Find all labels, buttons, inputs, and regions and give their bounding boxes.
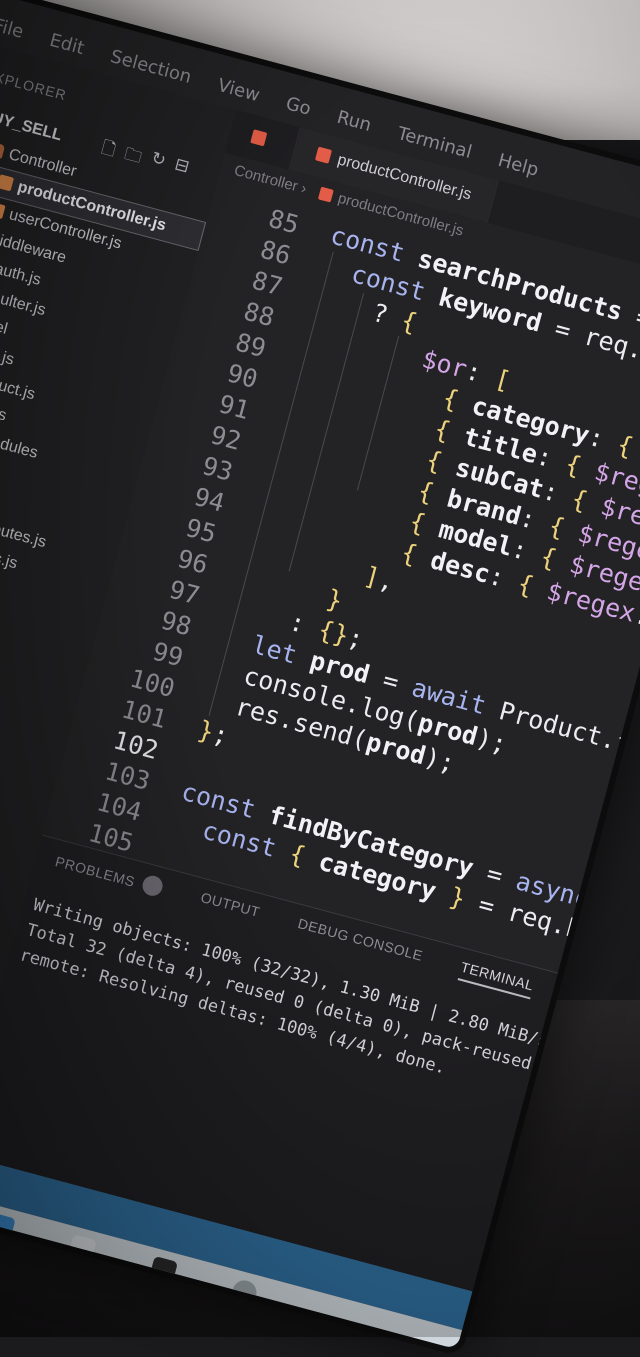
refresh-icon[interactable]: ↻ [147, 148, 168, 180]
tab-terminal[interactable]: TERMINAL [457, 958, 536, 1000]
tab-output[interactable]: OUTPUT [198, 889, 262, 926]
file-icon [250, 129, 268, 147]
new-folder-icon[interactable]: 🗀 [121, 141, 145, 173]
menu-edit[interactable]: Edit [48, 29, 87, 58]
menu-go[interactable]: Go [284, 93, 314, 120]
collapse-icon[interactable]: ⊟ [170, 154, 192, 186]
tab-debug-console[interactable]: DEBUG CONSOLE [295, 915, 424, 970]
folder-file-icon [0, 141, 6, 159]
js-file-icon [0, 201, 6, 220]
js-file-icon [314, 146, 333, 164]
js-file-icon [0, 174, 15, 192]
project-name: BUY_SELL [0, 106, 64, 145]
menu-help[interactable]: Help [496, 149, 541, 180]
terminal-line: Total 32 (delta 4), reused 0 (delta 0), … [24, 920, 554, 1080]
project-folder[interactable]: ▾ BUY_SELL [0, 101, 64, 145]
tree-item-label: Otp.js [0, 341, 16, 369]
problems-count-badge [140, 873, 165, 899]
new-file-icon[interactable]: 🗋 [98, 135, 119, 167]
menu-run[interactable]: Run [335, 106, 374, 135]
js-file-icon [318, 186, 335, 203]
menu-view[interactable]: View [215, 74, 262, 105]
menu-file[interactable]: File [0, 14, 26, 42]
chevron-right-icon: › [295, 178, 313, 199]
explorer-title: EXPLORER [0, 66, 69, 104]
code-text: }; [194, 714, 232, 751]
